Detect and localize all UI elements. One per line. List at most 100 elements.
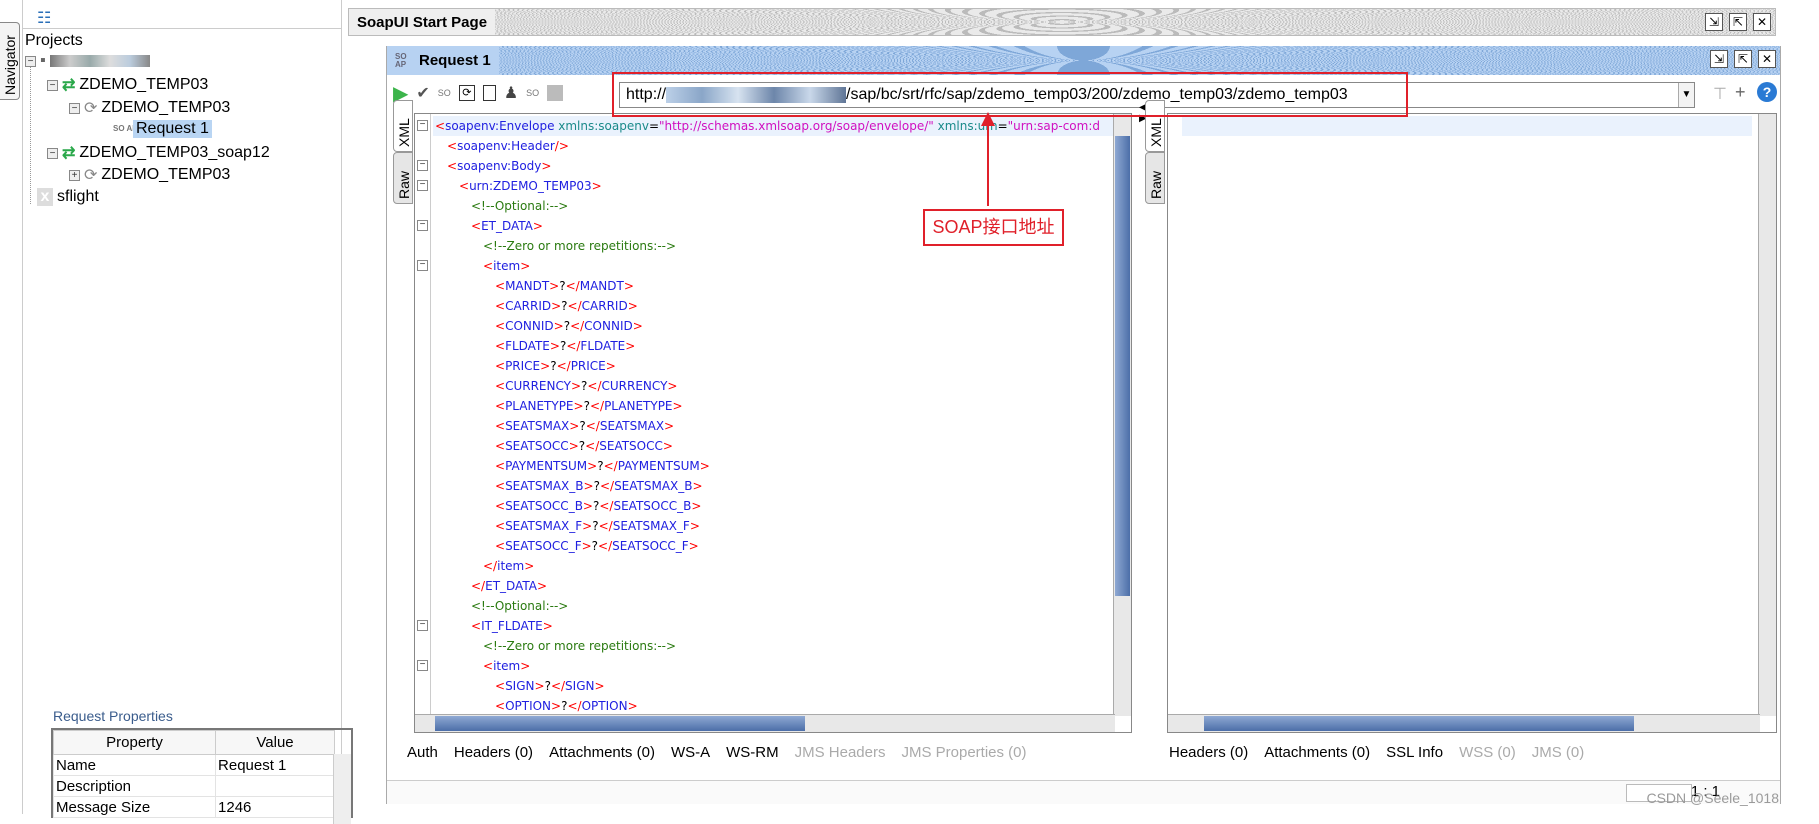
tab-headers-0[interactable]: Headers (0): [1169, 744, 1248, 761]
collapse-icon[interactable]: −: [25, 55, 36, 67]
xml-line[interactable]: <soapenv:Header/>: [433, 136, 1113, 156]
xml-line[interactable]: <item>: [433, 256, 1113, 276]
tree-item[interactable]: + ⟳ ZDEMO_TEMP03: [69, 165, 230, 185]
xml-line[interactable]: </item>: [433, 556, 1113, 576]
tab-jms-properties-0[interactable]: JMS Properties (0): [901, 744, 1026, 761]
tab-raw[interactable]: Raw: [1145, 152, 1165, 204]
xml-content[interactable]: <soapenv:Envelope xmlns:soapenv="http://…: [433, 116, 1113, 716]
xml-line[interactable]: <CARRID>?</CARRID>: [433, 296, 1113, 316]
stamp-icon[interactable]: ♟: [504, 83, 518, 103]
add-assertion-icon[interactable]: ✔: [416, 83, 429, 103]
tab-attachments-0[interactable]: Attachments (0): [1264, 744, 1370, 761]
navigator-tab[interactable]: Navigator: [0, 22, 20, 100]
soap-icon[interactable]: SO: [526, 88, 539, 98]
xml-line[interactable]: <SEATSMAX_F>?</SEATSMAX_F>: [433, 516, 1113, 536]
chevron-down-icon[interactable]: ▼: [1678, 83, 1694, 107]
tab-wss-0[interactable]: WSS (0): [1459, 744, 1516, 761]
tab-auth[interactable]: Auth: [407, 744, 438, 761]
xml-line[interactable]: <!--Optional:-->: [433, 596, 1113, 616]
close-icon[interactable]: ✕: [1753, 13, 1771, 31]
property-value[interactable]: [215, 775, 335, 797]
tab-xml[interactable]: XML: [393, 100, 413, 152]
stop-icon[interactable]: [547, 85, 564, 101]
tab-ws-a[interactable]: WS-A: [671, 744, 710, 761]
collapse-icon[interactable]: −: [69, 102, 80, 114]
tree-item[interactable]: − ⇄ ZDEMO_TEMP03_soap12: [47, 143, 270, 163]
xml-line[interactable]: <OPTION>?</OPTION>: [433, 696, 1113, 716]
response-xml-editor[interactable]: [1167, 113, 1777, 733]
collapse-icon[interactable]: −: [417, 620, 428, 631]
column-header-value[interactable]: Value: [215, 730, 335, 755]
collapse-icon[interactable]: −: [47, 147, 58, 159]
xml-line[interactable]: <SIGN>?</SIGN>: [433, 676, 1113, 696]
table-row[interactable]: Description: [52, 775, 335, 797]
horizontal-scrollbar[interactable]: [415, 714, 1115, 732]
horizontal-scrollbar[interactable]: [1168, 714, 1760, 732]
expand-icon[interactable]: +: [69, 169, 80, 181]
xml-line[interactable]: <item>: [433, 656, 1113, 676]
document-icon[interactable]: [482, 85, 496, 101]
collapse-icon[interactable]: −: [47, 79, 58, 91]
tree-item[interactable]: − ▪: [25, 52, 150, 70]
start-page-title[interactable]: SoapUI Start Page: [349, 9, 496, 35]
collapse-icon[interactable]: −: [417, 660, 428, 671]
tab-raw[interactable]: Raw: [393, 152, 413, 204]
close-icon[interactable]: ✕: [1758, 50, 1776, 68]
table-row[interactable]: Message Size 1246: [52, 796, 335, 818]
help-icon[interactable]: ?: [1757, 82, 1777, 102]
xml-line[interactable]: <MANDT>?</MANDT>: [433, 276, 1113, 296]
minimize-icon[interactable]: ⇲: [1710, 50, 1728, 68]
xml-line[interactable]: <!--Zero or more repetitions:-->: [433, 636, 1113, 656]
filter-icon[interactable]: ⊤: [1713, 84, 1727, 104]
tab-jms-0[interactable]: JMS (0): [1532, 744, 1585, 761]
xml-line[interactable]: </ET_DATA>: [433, 576, 1113, 596]
property-value[interactable]: Request 1: [215, 754, 335, 776]
collapse-icon[interactable]: −: [417, 160, 428, 171]
tab-ssl-info[interactable]: SSL Info: [1386, 744, 1443, 761]
xml-line[interactable]: <SEATSMAX>?</SEATSMAX>: [433, 416, 1113, 436]
tab-ws-rm[interactable]: WS-RM: [726, 744, 779, 761]
xml-line[interactable]: <SEATSOCC>?</SEATSOCC>: [433, 436, 1113, 456]
column-header-property[interactable]: Property: [52, 730, 217, 755]
tab-attachments-0[interactable]: Attachments (0): [549, 744, 655, 761]
maximize-icon[interactable]: ⇱: [1734, 50, 1752, 68]
xml-line[interactable]: <SEATSMAX_B>?</SEATSMAX_B>: [433, 476, 1113, 496]
xml-line[interactable]: <soapenv:Body>: [433, 156, 1113, 176]
tree-item[interactable]: − ⇄ ZDEMO_TEMP03: [47, 75, 208, 95]
minimize-icon[interactable]: ⇲: [1705, 13, 1723, 31]
scroll-thumb[interactable]: [435, 716, 805, 731]
projects-root[interactable]: Projects: [25, 32, 83, 50]
xml-line[interactable]: <CURRENCY>?</CURRENCY>: [433, 376, 1113, 396]
xml-line[interactable]: <soapenv:Envelope xmlns:soapenv="http://…: [433, 116, 1113, 136]
collapse-icon[interactable]: −: [417, 260, 428, 271]
vertical-scrollbar[interactable]: [1113, 114, 1131, 716]
tab-jms-headers[interactable]: JMS Headers: [795, 744, 886, 761]
tree-item[interactable]: − ⟳ ZDEMO_TEMP03: [69, 98, 230, 118]
collapse-icon[interactable]: −: [417, 220, 428, 231]
scroll-thumb[interactable]: [1115, 136, 1130, 596]
table-row[interactable]: Name Request 1: [52, 754, 335, 776]
tree-item[interactable]: x sflight: [37, 188, 99, 206]
collapse-icon[interactable]: −: [417, 120, 428, 131]
xml-line[interactable]: <PRICE>?</PRICE>: [433, 356, 1113, 376]
tree-item[interactable]: SO AP Request 1: [113, 120, 212, 138]
soap-wsdl-icon[interactable]: SO: [438, 88, 451, 98]
xml-line[interactable]: <FLDATE>?</FLDATE>: [433, 336, 1113, 356]
tree-view-icon[interactable]: ☷: [37, 8, 51, 28]
property-value[interactable]: 1246: [215, 796, 335, 818]
xml-line[interactable]: <urn:ZDEMO_TEMP03>: [433, 176, 1113, 196]
scroll-thumb[interactable]: [1204, 716, 1634, 731]
xml-line[interactable]: <SEATSOCC_B>?</SEATSOCC_B>: [433, 496, 1113, 516]
add-icon[interactable]: +: [1735, 82, 1746, 103]
vertical-scrollbar[interactable]: [1758, 114, 1776, 716]
tab-headers-0[interactable]: Headers (0): [454, 744, 533, 761]
collapse-icon[interactable]: −: [417, 180, 428, 191]
maximize-icon[interactable]: ⇱: [1729, 13, 1747, 31]
xml-line[interactable]: <SEATSOCC_F>?</SEATSOCC_F>: [433, 536, 1113, 556]
xml-line[interactable]: <IT_FLDATE>: [433, 616, 1113, 636]
refresh-icon[interactable]: ⟳: [458, 85, 475, 101]
xml-line[interactable]: <PAYMENTSUM>?</PAYMENTSUM>: [433, 456, 1113, 476]
xml-line[interactable]: <CONNID>?</CONNID>: [433, 316, 1113, 336]
xml-line[interactable]: <PLANETYPE>?</PLANETYPE>: [433, 396, 1113, 416]
request-xml-editor[interactable]: − − − − − − − <soapenv:Envelope xmlns:soapenv=…: [414, 113, 1132, 733]
